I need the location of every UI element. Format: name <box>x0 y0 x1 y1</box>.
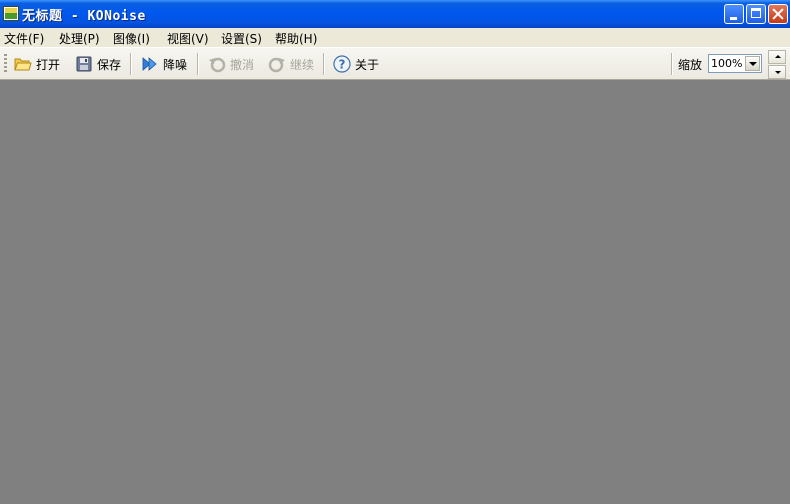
denoise-label: 降噪 <box>163 58 188 72</box>
floppy-disk-icon <box>76 56 92 72</box>
toolbar-separator <box>323 53 325 75</box>
minimize-icon <box>730 17 737 20</box>
title-bar[interactable]: 无标题 - KONoise <box>0 0 790 28</box>
close-icon <box>772 7 784 21</box>
undo-label: 撤消 <box>230 58 255 72</box>
redo-icon <box>268 57 285 73</box>
zoom-select[interactable]: 100% <box>708 54 762 73</box>
window-title: 无标题 - KONoise <box>22 9 146 24</box>
redo-label: 继续 <box>290 58 315 72</box>
menu-image[interactable]: 图像(I) <box>113 30 150 47</box>
menu-file[interactable]: 文件(F) <box>4 30 44 47</box>
minimize-button[interactable] <box>724 4 744 24</box>
save-label: 保存 <box>97 58 122 72</box>
undo-button[interactable]: 撤消 <box>208 54 260 74</box>
redo-button[interactable]: 继续 <box>268 54 320 74</box>
toolbar-grip[interactable] <box>4 54 7 74</box>
image-canvas[interactable] <box>0 80 790 504</box>
denoise-button[interactable]: 降噪 <box>141 54 193 74</box>
toolbar-scroll-down-button[interactable] <box>768 65 786 79</box>
save-button[interactable]: 保存 <box>75 54 127 74</box>
double-arrow-icon <box>142 57 157 71</box>
folder-open-icon <box>14 58 32 71</box>
about-label: 关于 <box>355 58 380 72</box>
menu-settings[interactable]: 设置(S) <box>221 30 262 47</box>
maximize-icon <box>751 8 761 18</box>
maximize-button[interactable] <box>746 4 766 24</box>
menu-process[interactable]: 处理(P) <box>59 30 100 47</box>
svg-text:?: ? <box>339 58 346 72</box>
zoom-label: 缩放 <box>678 58 703 72</box>
about-button[interactable]: ? 关于 <box>333 54 385 74</box>
help-icon: ? <box>333 55 351 73</box>
toolbar-separator <box>197 53 199 75</box>
menu-help[interactable]: 帮助(H) <box>275 30 317 47</box>
open-label: 打开 <box>36 58 61 72</box>
undo-icon <box>209 57 226 73</box>
close-button[interactable] <box>768 4 788 24</box>
toolbar-separator <box>671 53 673 75</box>
toolbar: 打开 保存 降噪 撤消 继续 ? 关于 缩放 100% <box>0 47 790 80</box>
toolbar-separator <box>130 53 132 75</box>
toolbar-scroll-up-button[interactable] <box>768 50 786 64</box>
menu-view[interactable]: 视图(V) <box>167 30 209 47</box>
zoom-value: 100% <box>711 57 743 70</box>
open-button[interactable]: 打开 <box>14 54 66 74</box>
app-icon <box>3 6 19 21</box>
menu-bar: 文件(F) 处理(P) 图像(I) 视图(V) 设置(S) 帮助(H) <box>0 28 790 47</box>
chevron-down-icon[interactable] <box>745 56 760 71</box>
